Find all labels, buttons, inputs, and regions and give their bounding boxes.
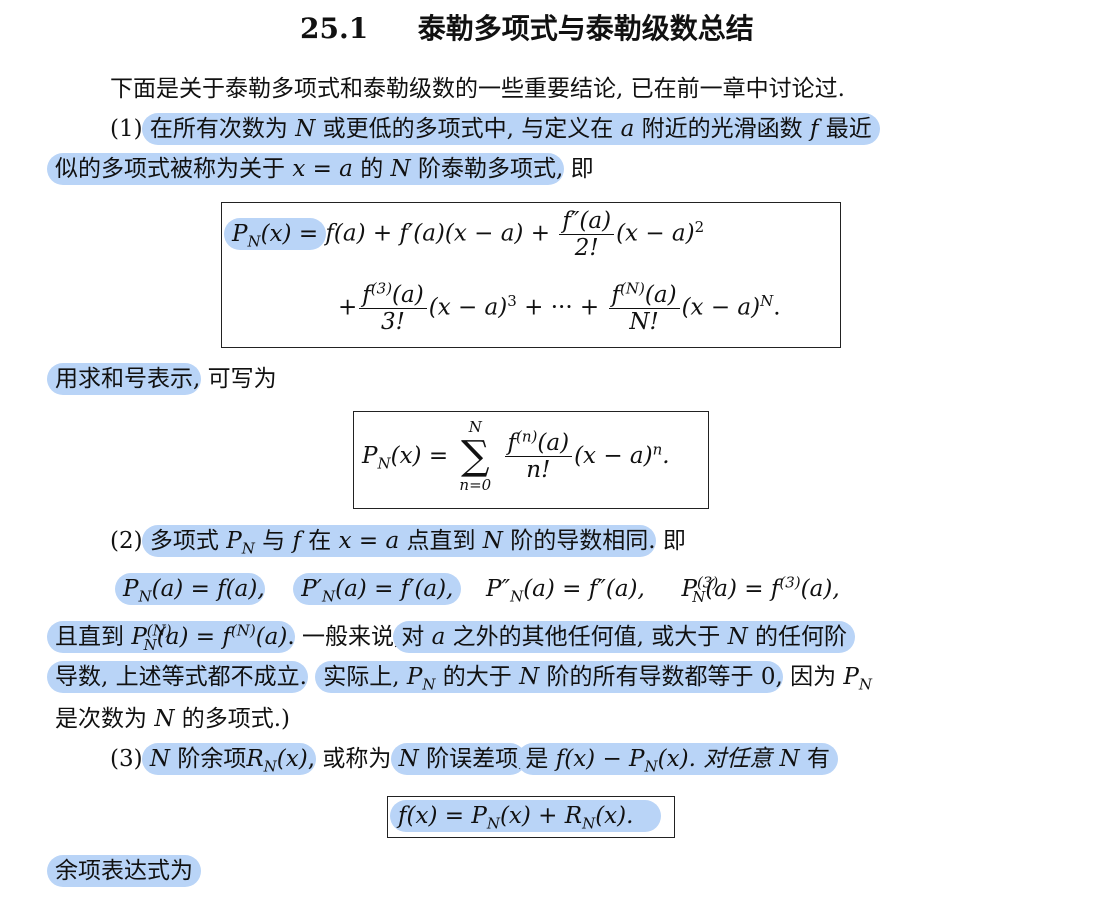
remainder-highlight: 余项表达式为 xyxy=(47,855,201,887)
eq-highlight-2: P′N(a) = f′(a), xyxy=(293,573,462,605)
item2-continuation-line2: 导数, 上述等式都不成立. (实际上, PN 的大于 N 阶的所有导数都等于 0… xyxy=(47,661,872,693)
item3-highlight-1: N 阶余项RN(x) xyxy=(141,743,316,775)
formula1-row2: + f(3)(a) 3! (x − a)3 + ··· + f(N)(a) N! (x −… xyxy=(338,279,781,335)
item1-highlight-2: 似的多项式被称为关于 x = a 的 N 阶泰勒多项式 xyxy=(47,153,564,185)
eq-highlight-1: PN(a) = f(a) xyxy=(115,573,266,605)
item1-marker: (1) xyxy=(110,116,143,142)
item1-tail: , 即 xyxy=(555,156,594,182)
formula3: f(x) = PN(x) + RN(x). xyxy=(390,800,662,832)
derivative-equalities-row: PN(a) = f(a), P′N(a) = f′(a), P″N(a) = f… xyxy=(115,573,840,605)
section-number: 25.1 xyxy=(300,12,369,45)
formula2: PN(x) = N ∑ n=0 f(n)(a) n! (x − a)n. xyxy=(362,418,670,494)
item1-highlight-1: 在所有次数为 N 或更低的多项式中, 与定义在 a 附近的光滑函数 f 最近 xyxy=(141,113,880,145)
sum-intro-highlight: 用求和号表示 xyxy=(47,363,201,395)
remainder-expression-line: 余项表达式为 xyxy=(47,855,201,887)
formula1-row1: PN(x) = f(a) + f′(a)(x − a) + f″(a) 2! (x … xyxy=(224,208,704,261)
item3-line: (3) N 阶余项RN(x), 或称为 N 阶误差项,是 f(x) − PN(x… xyxy=(110,743,838,775)
section-title: 泰勒多项式与泰勒级数总结 xyxy=(417,12,754,45)
item3-highlight-2: N 阶误差项 xyxy=(390,743,527,775)
section-heading: 25.1 泰勒多项式与泰勒级数总结 xyxy=(300,12,754,46)
sum-intro: 用求和号表示, 可写为 xyxy=(47,363,277,395)
line-n-highlight-2: 对 a 之外的其他任何值, 或大于 N 的任何阶 xyxy=(393,621,856,653)
item2-line: (2) 多项式 PN 与 f 在 x = a 点直到 N 阶的导数相同. 即 xyxy=(110,525,686,557)
item2-highlight: 多项式 PN 与 f 在 x = a 点直到 N 阶的导数相同 xyxy=(141,525,657,557)
item1-line2: 似的多项式被称为关于 x = a 的 N 阶泰勒多项式, 即 xyxy=(47,153,594,185)
item2-continuation-line3: 是次数为 N 的多项式.) xyxy=(55,706,291,732)
formula1-frac-second-derivative: f″(a) 2! xyxy=(559,208,615,261)
intro-text: 下面是关于泰勒多项式和泰勒级数的一些重要结论, 已在前一章中讨论过. xyxy=(110,76,845,102)
formula1-terms: f(a) + f′(a)(x − a) + xyxy=(325,220,550,247)
item2-continuation-line1: 且直到 P(N)N(a) = f(N)(a). 一般来说,对 a 之外的其他任何… xyxy=(47,621,856,653)
item3-highlight-3: 是 f(x) − PN(x). 对任意 N 有 xyxy=(517,743,838,775)
sigma-symbol: N ∑ n=0 xyxy=(459,418,492,494)
line-d-highlight-2: 实际上, PN 的大于 N 阶的所有导数都等于 0 xyxy=(315,661,784,693)
item1-line1: (1) 在所有次数为 N 或更低的多项式中, 与定义在 a 附近的光滑函数 f … xyxy=(110,113,880,145)
formula1-frac-nth-derivative: f(N)(a) N! xyxy=(608,281,680,335)
formula1-frac-third-derivative: f(3)(a) 3! xyxy=(359,281,427,335)
formula3-highlight: f(x) = PN(x) + RN(x). xyxy=(390,800,662,832)
formula1-lhs: PN(x) = xyxy=(224,217,327,250)
line-d-highlight-1: 导数, 上述等式都不成立 xyxy=(47,661,308,693)
intro-paragraph: 下面是关于泰勒多项式和泰勒级数的一些重要结论, 已在前一章中讨论过. xyxy=(110,74,845,104)
line-n-highlight-1: 且直到 P(N)N(a) = f(N)(a) xyxy=(47,621,296,653)
